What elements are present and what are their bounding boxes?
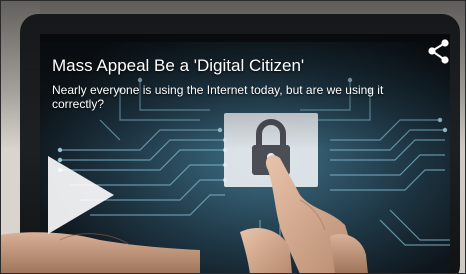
play-icon — [48, 156, 114, 234]
share-icon — [428, 39, 449, 64]
play-button[interactable] — [30, 150, 120, 240]
share-button[interactable] — [424, 38, 454, 66]
video-player[interactable]: Mass Appeal Be a 'Digital Citizen' Nearl… — [0, 0, 466, 274]
video-title[interactable]: Mass Appeal Be a 'Digital Citizen' — [52, 56, 304, 76]
video-description: Nearly everyone is using the Internet to… — [52, 83, 384, 111]
